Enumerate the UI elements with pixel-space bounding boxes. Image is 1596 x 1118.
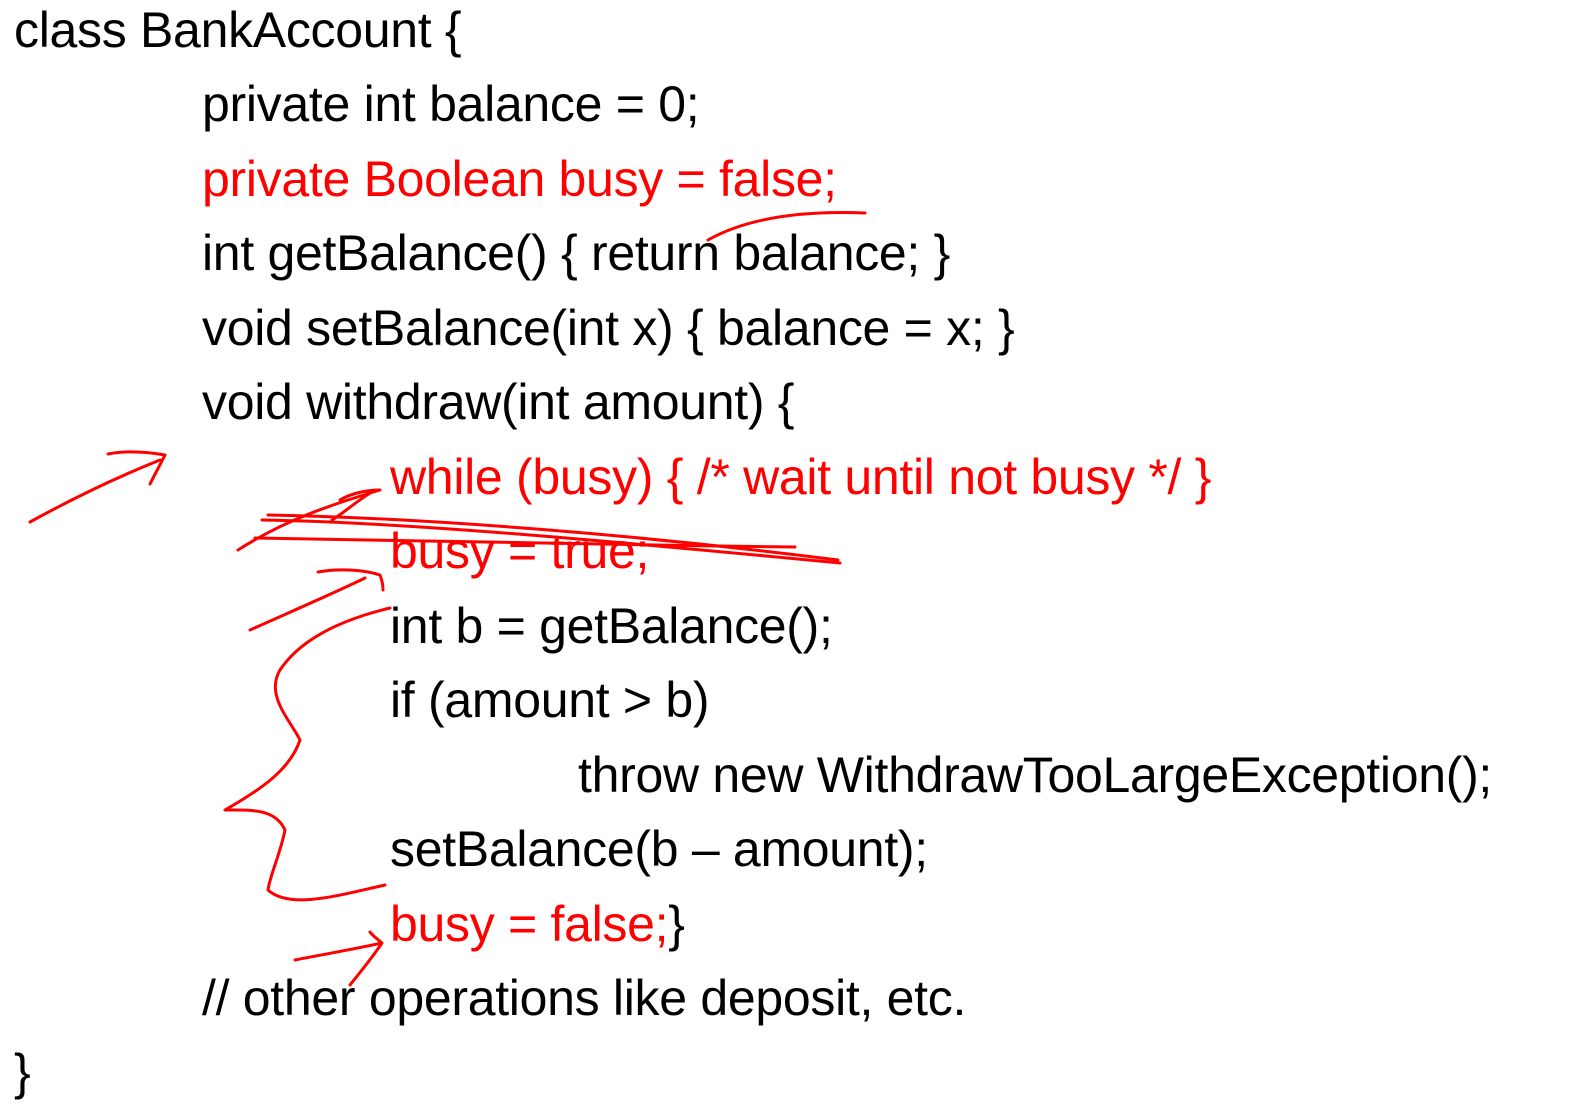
arrow-to-while-icon — [236, 488, 382, 552]
field-busy: private Boolean busy = false; — [202, 151, 837, 207]
withdraw-close-brace: } — [668, 896, 685, 952]
class-close-brace: } — [14, 1044, 31, 1100]
field-balance: private int balance = 0; — [202, 76, 700, 132]
code-slide: class BankAccount { private int balance … — [0, 0, 1596, 1118]
comment-other-operations: // other operations like deposit, etc. — [202, 970, 967, 1026]
method-set-balance: void setBalance(int x) { balance = x; } — [202, 300, 1015, 356]
curly-brace-stroke — [223, 606, 392, 902]
method-get-balance: int getBalance() { return balance; } — [202, 225, 951, 281]
throw-statement: throw new WithdrawTooLargeException(); — [578, 747, 1493, 803]
class-declaration: class BankAccount { — [14, 2, 462, 58]
busy-false-line: busy = false;} — [390, 894, 685, 954]
arrow-to-int-b-icon — [248, 568, 385, 632]
busy-true-statement: busy = true; — [390, 523, 650, 579]
arrow-left-icon — [28, 450, 167, 524]
while-busy-loop: while (busy) { /* wait until not busy */… — [390, 449, 1212, 505]
if-statement: if (amount > b) — [390, 672, 710, 728]
set-balance-call: setBalance(b – amount); — [390, 821, 928, 877]
get-balance-statement: int b = getBalance(); — [390, 598, 833, 654]
method-withdraw-signature: void withdraw(int amount) { — [202, 374, 795, 430]
busy-false-statement: busy = false; — [390, 896, 669, 952]
